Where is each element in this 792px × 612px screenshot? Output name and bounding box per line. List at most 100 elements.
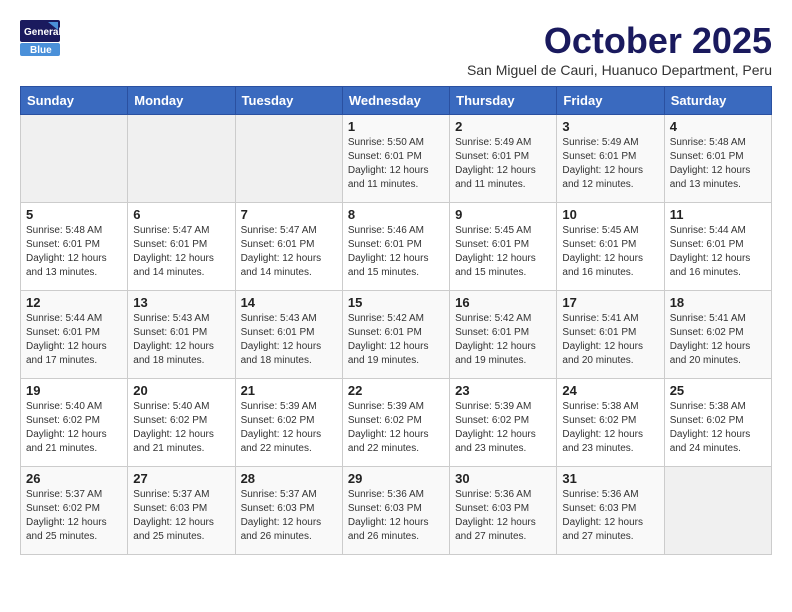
day-cell: 2Sunrise: 5:49 AM Sunset: 6:01 PM Daylig… — [450, 115, 557, 203]
day-info: Sunrise: 5:38 AM Sunset: 6:02 PM Dayligh… — [670, 400, 766, 456]
day-cell: 19 Sunrise: 5:40 AM Sunset: 6:02 PM Dayli… — [21, 379, 128, 467]
day-info: Sunrise: 5:42 AM Sunset: 6:01 PM Dayligh… — [348, 312, 444, 368]
day-cell: 3Sunrise: 5:49 AM Sunset: 6:01 PM Daylig… — [557, 115, 664, 203]
day-number: 17 — [562, 295, 658, 310]
week-row-4: 19 Sunrise: 5:40 AM Sunset: 6:02 PM Dayli… — [21, 379, 772, 467]
day-cell: 4 Sunrise: 5:48 AM Sunset: 6:01 PM Daylig… — [664, 115, 771, 203]
day-info: Sunrise: 5:40 AM Sunset: 6:02 PM Dayligh… — [26, 400, 122, 456]
day-cell: 24Sunrise: 5:38 AM Sunset: 6:02 PM Dayli… — [557, 379, 664, 467]
day-number: 4 — [670, 119, 766, 134]
day-info: Sunrise: 5:42 AM Sunset: 6:01 PM Dayligh… — [455, 312, 551, 368]
day-info: Sunrise: 5:37 AM Sunset: 6:03 PM Dayligh… — [241, 488, 337, 544]
day-cell: 20 Sunrise: 5:40 AM Sunset: 6:02 PM Dayli… — [128, 379, 235, 467]
day-info: Sunrise: 5:39 AM Sunset: 6:02 PM Dayligh… — [241, 400, 337, 456]
day-cell: 25 Sunrise: 5:38 AM Sunset: 6:02 PM Dayli… — [664, 379, 771, 467]
header-row: SundayMondayTuesdayWednesdayThursdayFrid… — [21, 87, 772, 115]
header-thursday: Thursday — [450, 87, 557, 115]
day-cell: 31Sunrise: 5:36 AM Sunset: 6:03 PM Dayli… — [557, 467, 664, 555]
day-cell: 11Sunrise: 5:44 AM Sunset: 6:01 PM Dayli… — [664, 203, 771, 291]
week-row-3: 12 Sunrise: 5:44 AM Sunset: 6:01 PM Dayli… — [21, 291, 772, 379]
header-monday: Monday — [128, 87, 235, 115]
week-row-5: 26 Sunrise: 5:37 AM Sunset: 6:02 PM Dayli… — [21, 467, 772, 555]
day-cell: 30 Sunrise: 5:36 AM Sunset: 6:03 PM Dayli… — [450, 467, 557, 555]
day-number: 3 — [562, 119, 658, 134]
week-row-2: 5Sunrise: 5:48 AM Sunset: 6:01 PM Daylig… — [21, 203, 772, 291]
day-info: Sunrise: 5:47 AM Sunset: 6:01 PM Dayligh… — [241, 224, 337, 280]
header-wednesday: Wednesday — [342, 87, 449, 115]
calendar-table: SundayMondayTuesdayWednesdayThursdayFrid… — [20, 86, 772, 555]
day-info: Sunrise: 5:45 AM Sunset: 6:01 PM Dayligh… — [455, 224, 551, 280]
day-number: 29 — [348, 471, 444, 486]
day-number: 19 — [26, 383, 122, 398]
day-info: Sunrise: 5:40 AM Sunset: 6:02 PM Dayligh… — [133, 400, 229, 456]
day-info: Sunrise: 5:36 AM Sunset: 6:03 PM Dayligh… — [348, 488, 444, 544]
day-cell: 14 Sunrise: 5:43 AM Sunset: 6:01 PM Dayli… — [235, 291, 342, 379]
day-number: 25 — [670, 383, 766, 398]
day-cell: 29 Sunrise: 5:36 AM Sunset: 6:03 PM Dayli… — [342, 467, 449, 555]
day-number: 30 — [455, 471, 551, 486]
title-block: October 2025 San Miguel de Cauri, Huanuc… — [467, 20, 772, 78]
day-cell: 10Sunrise: 5:45 AM Sunset: 6:01 PM Dayli… — [557, 203, 664, 291]
day-cell: 28 Sunrise: 5:37 AM Sunset: 6:03 PM Dayli… — [235, 467, 342, 555]
day-info: Sunrise: 5:43 AM Sunset: 6:01 PM Dayligh… — [241, 312, 337, 368]
header-friday: Friday — [557, 87, 664, 115]
day-info: Sunrise: 5:37 AM Sunset: 6:02 PM Dayligh… — [26, 488, 122, 544]
day-info: Sunrise: 5:36 AM Sunset: 6:03 PM Dayligh… — [562, 488, 658, 544]
day-cell: 1 Sunrise: 5:50 AM Sunset: 6:01 PM Daylig… — [342, 115, 449, 203]
day-info: Sunrise: 5:43 AM Sunset: 6:01 PM Dayligh… — [133, 312, 229, 368]
day-number: 11 — [670, 207, 766, 222]
day-number: 6 — [133, 207, 229, 222]
day-info: Sunrise: 5:37 AM Sunset: 6:03 PM Dayligh… — [133, 488, 229, 544]
day-info: Sunrise: 5:48 AM Sunset: 6:01 PM Dayligh… — [670, 136, 766, 192]
day-number: 13 — [133, 295, 229, 310]
day-cell: 23 Sunrise: 5:39 AM Sunset: 6:02 PM Dayli… — [450, 379, 557, 467]
day-info: Sunrise: 5:39 AM Sunset: 6:02 PM Dayligh… — [348, 400, 444, 456]
day-cell: 9 Sunrise: 5:45 AM Sunset: 6:01 PM Daylig… — [450, 203, 557, 291]
day-info: Sunrise: 5:46 AM Sunset: 6:01 PM Dayligh… — [348, 224, 444, 280]
day-cell: 18 Sunrise: 5:41 AM Sunset: 6:02 PM Dayli… — [664, 291, 771, 379]
day-number: 2 — [455, 119, 551, 134]
day-cell: 15 Sunrise: 5:42 AM Sunset: 6:01 PM Dayli… — [342, 291, 449, 379]
day-number: 26 — [26, 471, 122, 486]
day-number: 15 — [348, 295, 444, 310]
day-cell: 27 Sunrise: 5:37 AM Sunset: 6:03 PM Dayli… — [128, 467, 235, 555]
day-number: 18 — [670, 295, 766, 310]
day-info: Sunrise: 5:44 AM Sunset: 6:01 PM Dayligh… — [26, 312, 122, 368]
day-cell: 6Sunrise: 5:47 AM Sunset: 6:01 PM Daylig… — [128, 203, 235, 291]
header-tuesday: Tuesday — [235, 87, 342, 115]
day-number: 7 — [241, 207, 337, 222]
day-number: 8 — [348, 207, 444, 222]
day-number: 9 — [455, 207, 551, 222]
day-cell — [235, 115, 342, 203]
day-cell: 12 Sunrise: 5:44 AM Sunset: 6:01 PM Dayli… — [21, 291, 128, 379]
day-info: Sunrise: 5:41 AM Sunset: 6:01 PM Dayligh… — [562, 312, 658, 368]
month-title: October 2025 — [467, 20, 772, 62]
day-number: 22 — [348, 383, 444, 398]
svg-text:Blue: Blue — [30, 45, 52, 56]
day-cell: 16Sunrise: 5:42 AM Sunset: 6:01 PM Dayli… — [450, 291, 557, 379]
day-number: 21 — [241, 383, 337, 398]
day-number: 28 — [241, 471, 337, 486]
day-number: 14 — [241, 295, 337, 310]
svg-text:General: General — [24, 27, 60, 38]
day-cell — [664, 467, 771, 555]
day-cell: 21 Sunrise: 5:39 AM Sunset: 6:02 PM Dayli… — [235, 379, 342, 467]
day-number: 20 — [133, 383, 229, 398]
day-number: 23 — [455, 383, 551, 398]
subtitle: San Miguel de Cauri, Huanuco Department,… — [467, 62, 772, 78]
day-number: 24 — [562, 383, 658, 398]
day-cell: 26 Sunrise: 5:37 AM Sunset: 6:02 PM Dayli… — [21, 467, 128, 555]
day-info: Sunrise: 5:41 AM Sunset: 6:02 PM Dayligh… — [670, 312, 766, 368]
day-info: Sunrise: 5:48 AM Sunset: 6:01 PM Dayligh… — [26, 224, 122, 280]
day-cell: 17 Sunrise: 5:41 AM Sunset: 6:01 PM Dayli… — [557, 291, 664, 379]
day-info: Sunrise: 5:39 AM Sunset: 6:02 PM Dayligh… — [455, 400, 551, 456]
day-info: Sunrise: 5:50 AM Sunset: 6:01 PM Dayligh… — [348, 136, 444, 192]
day-info: Sunrise: 5:45 AM Sunset: 6:01 PM Dayligh… — [562, 224, 658, 280]
day-number: 1 — [348, 119, 444, 134]
day-number: 27 — [133, 471, 229, 486]
day-info: Sunrise: 5:36 AM Sunset: 6:03 PM Dayligh… — [455, 488, 551, 544]
day-cell: 5Sunrise: 5:48 AM Sunset: 6:01 PM Daylig… — [21, 203, 128, 291]
day-cell: 7 Sunrise: 5:47 AM Sunset: 6:01 PM Daylig… — [235, 203, 342, 291]
day-cell: 22 Sunrise: 5:39 AM Sunset: 6:02 PM Dayli… — [342, 379, 449, 467]
day-number: 12 — [26, 295, 122, 310]
